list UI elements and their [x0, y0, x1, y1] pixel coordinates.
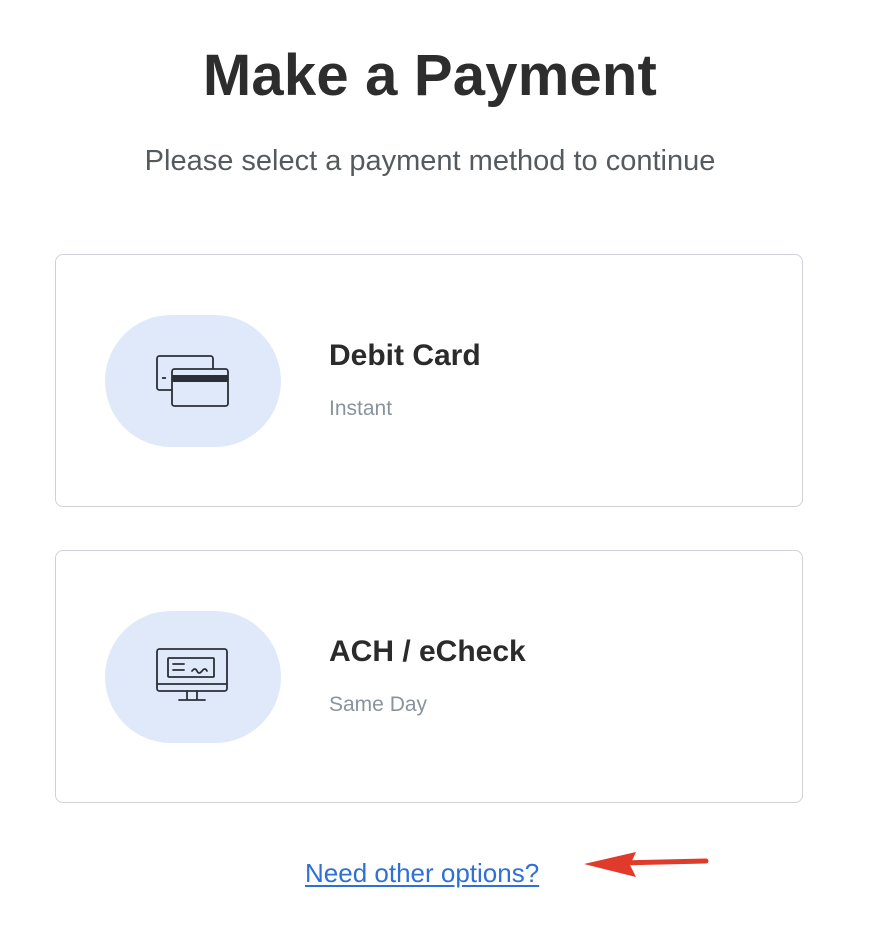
debit-card-speed: Instant [329, 397, 393, 420]
page-subtitle: Please select a payment method to contin… [144, 145, 716, 177]
debit-card-title: Debit Card [329, 339, 481, 372]
ach-echeck-title: ACH / eCheck [329, 635, 526, 668]
annotation-arrow-icon [584, 852, 709, 877]
ach-echeck-speed: Same Day [329, 693, 428, 716]
computer-check-icon [105, 611, 281, 743]
page-title: Make a Payment [202, 43, 658, 108]
debit-card-option[interactable]: Debit Card Instant [55, 254, 803, 507]
credit-card-icon [105, 315, 281, 447]
need-other-options-link[interactable]: Need other options? [305, 856, 539, 890]
ach-echeck-option[interactable]: ACH / eCheck Same Day [55, 550, 803, 803]
